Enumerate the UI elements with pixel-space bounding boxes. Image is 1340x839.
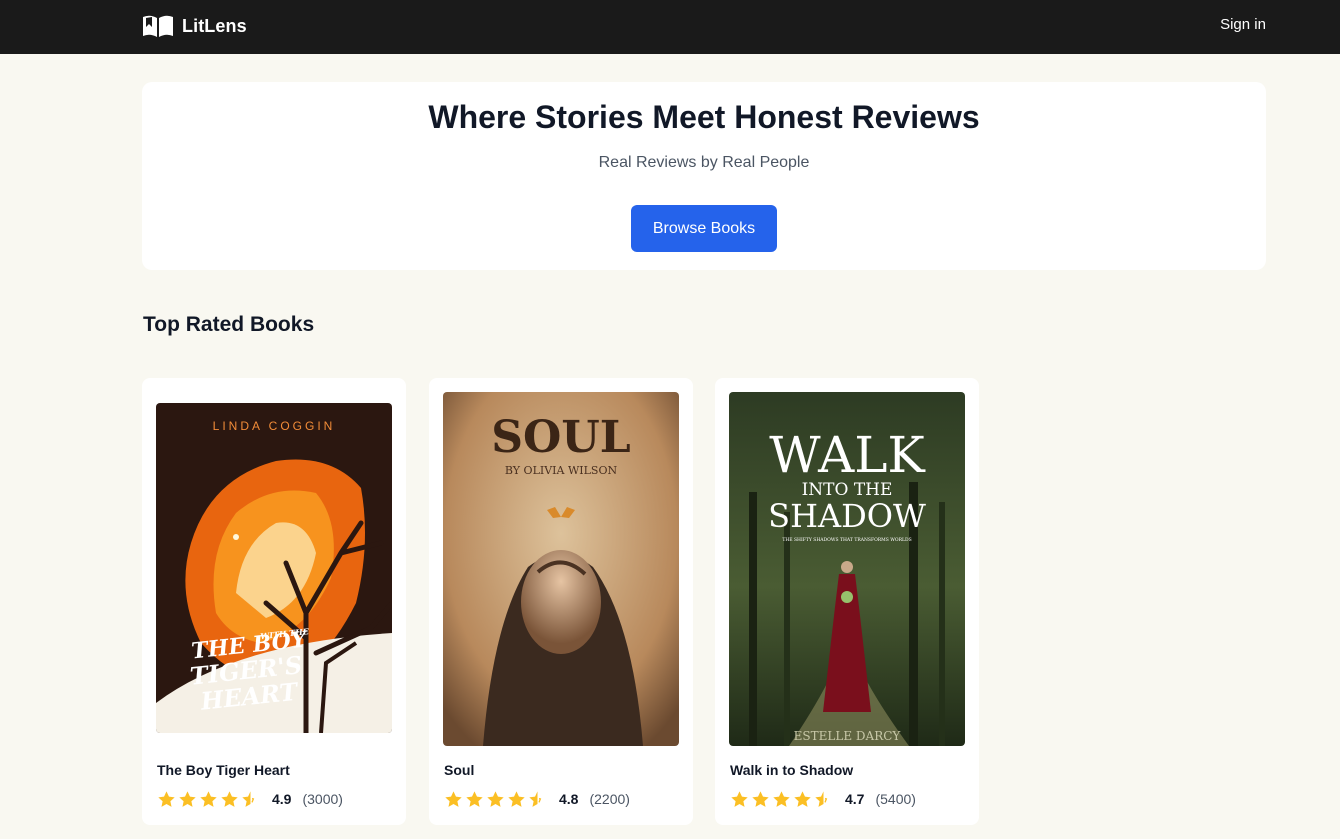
review-count: (5400)	[875, 791, 916, 807]
book-cover[interactable]: WALK INTO THE SHADOW THE SHIFTY SHADOWS …	[729, 392, 965, 746]
cover-title: SOUL	[491, 412, 630, 463]
browse-books-button[interactable]: Browse Books	[631, 205, 777, 252]
app-name: LitLens	[182, 15, 247, 36]
book-card[interactable]: WALK INTO THE SHADOW THE SHIFTY SHADOWS …	[715, 378, 979, 825]
half-star-icon	[529, 790, 542, 807]
hero-subtitle: Real Reviews by Real People	[598, 154, 810, 171]
top-rated-heading: Top Rated Books	[143, 313, 315, 336]
star-rating	[444, 790, 547, 809]
book-cover[interactable]: SOUL BY OLIVIA WILSON	[443, 392, 679, 746]
open-book-icon	[143, 15, 173, 37]
hero-title: Where Stories Meet Honest Reviews	[428, 99, 980, 135]
star-icon	[731, 790, 748, 807]
star-icon	[466, 790, 483, 807]
hero-banner: Where Stories Meet Honest Reviews Real R…	[142, 82, 1266, 270]
cover-tagline: THE SHIFTY SHADOWS THAT TRANSFORMS WORLD…	[782, 537, 911, 543]
cover-title-line1: WALK	[769, 426, 926, 484]
star-rating	[730, 790, 833, 809]
star-icon	[221, 790, 238, 807]
book-title[interactable]: Walk in to Shadow	[730, 762, 853, 778]
rating-row: 4.8 (2200)	[444, 788, 630, 810]
book-cover[interactable]: LINDA COGGIN THE BOY WITH THE TIGER'S HE…	[156, 403, 392, 733]
cover-author: ESTELLE DARCY	[794, 729, 902, 743]
star-icon	[487, 790, 504, 807]
star-icon	[794, 790, 811, 807]
star-icon	[773, 790, 790, 807]
half-star-icon	[815, 790, 828, 807]
rating-row: 4.9 (3000)	[157, 788, 343, 810]
rating-value: 4.9	[272, 791, 292, 807]
book-cover-art: WALK INTO THE SHADOW THE SHIFTY SHADOWS …	[729, 392, 965, 746]
sign-in-link[interactable]: Sign in	[1210, 14, 1276, 36]
top-nav-bar: LitLens Sign in	[0, 0, 1340, 54]
book-card[interactable]: LINDA COGGIN THE BOY WITH THE TIGER'S HE…	[142, 378, 406, 825]
cover-title-line3: SHADOW	[768, 497, 926, 535]
half-star-icon	[242, 790, 255, 807]
star-icon	[179, 790, 196, 807]
book-title[interactable]: The Boy Tiger Heart	[157, 762, 290, 778]
book-title[interactable]: Soul	[444, 762, 474, 778]
book-card[interactable]: SOUL BY OLIVIA WILSON Soul 4.8 (2200)	[429, 378, 693, 825]
star-icon	[200, 790, 217, 807]
cover-author: LINDA COGGIN	[213, 419, 336, 433]
star-icon	[752, 790, 769, 807]
book-cover-art: LINDA COGGIN THE BOY WITH THE TIGER'S HE…	[156, 403, 392, 733]
star-rating	[157, 790, 260, 809]
rating-value: 4.7	[845, 791, 865, 807]
cover-author: BY OLIVIA WILSON	[505, 464, 618, 477]
star-icon	[158, 790, 175, 807]
star-icon	[508, 790, 525, 807]
book-cover-art: SOUL BY OLIVIA WILSON	[443, 392, 679, 746]
logo[interactable]: LitLens	[142, 12, 247, 40]
review-count: (3000)	[302, 791, 343, 807]
review-count: (2200)	[589, 791, 630, 807]
star-icon	[445, 790, 462, 807]
rating-value: 4.8	[559, 791, 579, 807]
rating-row: 4.7 (5400)	[730, 788, 916, 810]
